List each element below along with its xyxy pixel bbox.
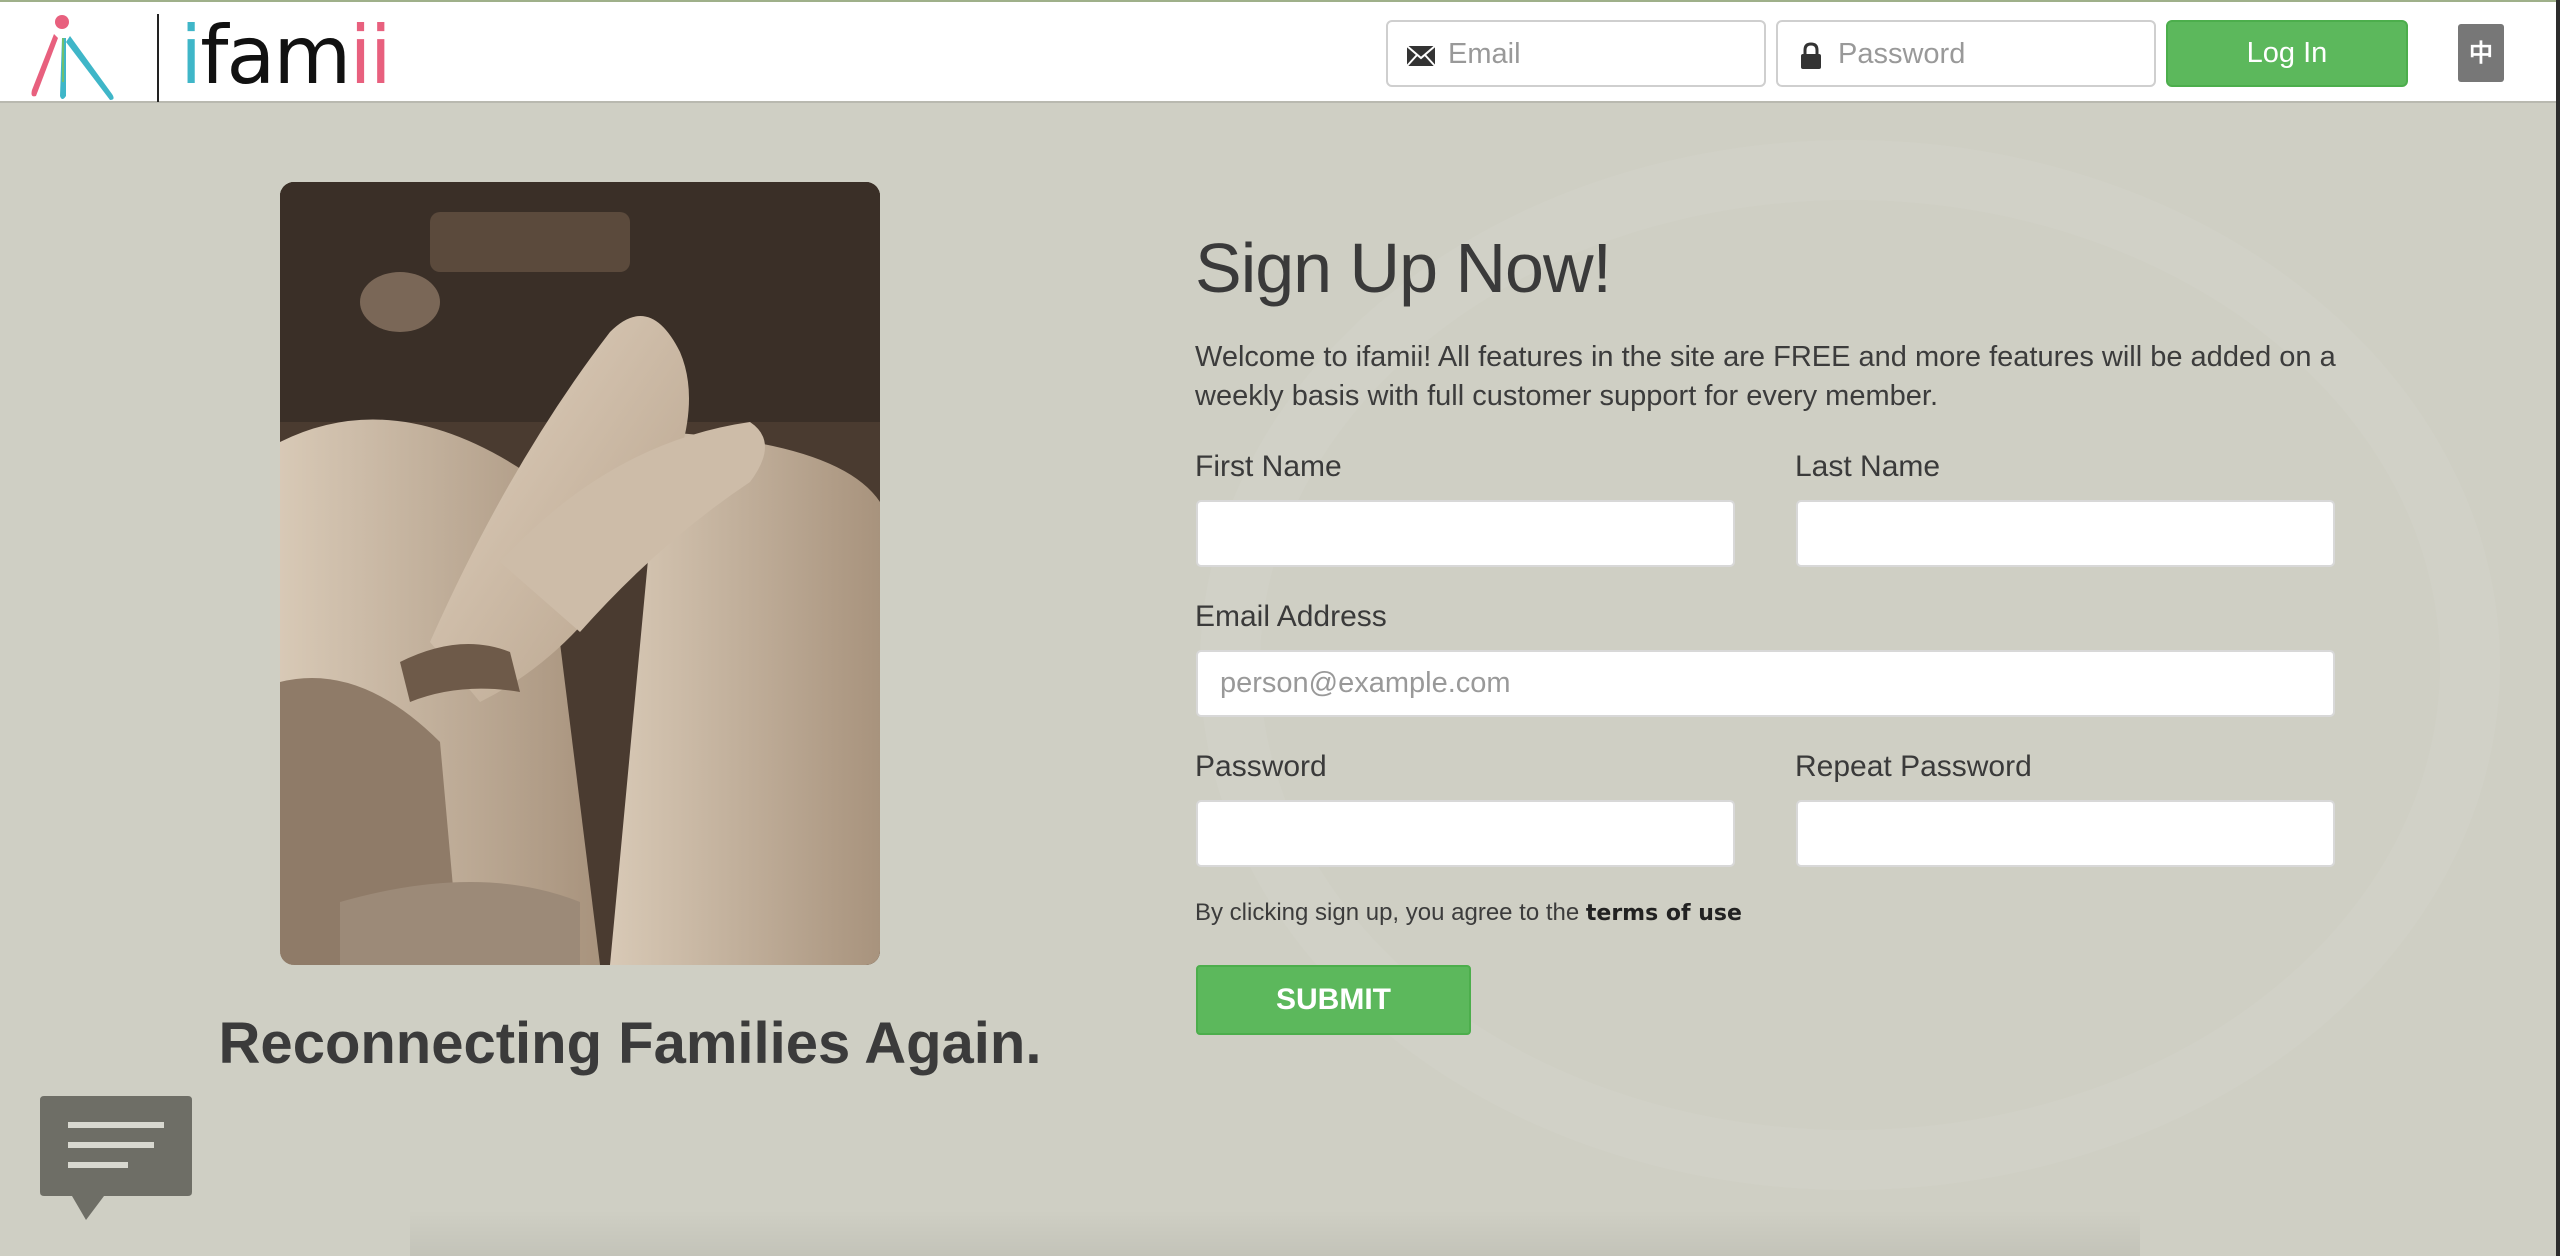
submit-button[interactable]: SUBMIT [1196, 965, 1471, 1035]
password-label: Password [1195, 750, 1327, 783]
repeat-password-label: Repeat Password [1795, 750, 2032, 783]
email-address-input[interactable] [1196, 650, 2335, 717]
first-name-label: First Name [1195, 450, 1342, 483]
logo-divider [157, 14, 159, 102]
terms-notice: By clicking sign up, you agree to the te… [1195, 899, 1742, 927]
window-edge [2556, 0, 2560, 1256]
bottom-shadow [410, 1210, 2140, 1256]
last-name-label: Last Name [1795, 450, 1941, 483]
terms-prefix-text: By clicking sign up, you agree to the [1195, 899, 1586, 926]
password-input[interactable] [1196, 800, 1735, 867]
login-button[interactable]: Log In [2166, 20, 2408, 87]
repeat-password-input[interactable] [1796, 800, 2335, 867]
email-address-label: Email Address [1195, 600, 1387, 633]
last-name-input[interactable] [1796, 500, 2335, 567]
logo-letter-i: i [349, 9, 371, 102]
logo-letters-fam: fam [200, 9, 351, 102]
hero-tagline: Reconnecting Families Again. [218, 1011, 1042, 1076]
header-email-input[interactable] [1448, 30, 1748, 78]
ifamii-logo-icon[interactable] [26, 12, 120, 102]
first-name-input[interactable] [1196, 500, 1735, 567]
top-navbar: ifamii Log In 中 [0, 0, 2560, 103]
logo-letter-i: i [369, 9, 392, 102]
header-email-field[interactable] [1386, 20, 1766, 87]
signup-intro-text: Welcome to ifamii! All features in the s… [1195, 341, 2336, 412]
chat-bubble-icon[interactable] [40, 1096, 192, 1222]
lock-icon [1801, 42, 1821, 69]
holding-hands-photo-art [280, 182, 880, 965]
signup-title: Sign Up Now! [1195, 229, 1612, 307]
language-toggle-button[interactable]: 中 [2458, 24, 2504, 82]
envelope-icon [1406, 45, 1436, 67]
hero-photo [280, 182, 880, 965]
header-password-field[interactable] [1776, 20, 2156, 87]
header-password-input[interactable] [1838, 30, 2138, 78]
ifamii-wordmark[interactable]: ifamii [180, 8, 392, 104]
terms-of-use-link[interactable]: terms of use [1586, 901, 1742, 926]
logo-letter-i: i [180, 9, 202, 102]
